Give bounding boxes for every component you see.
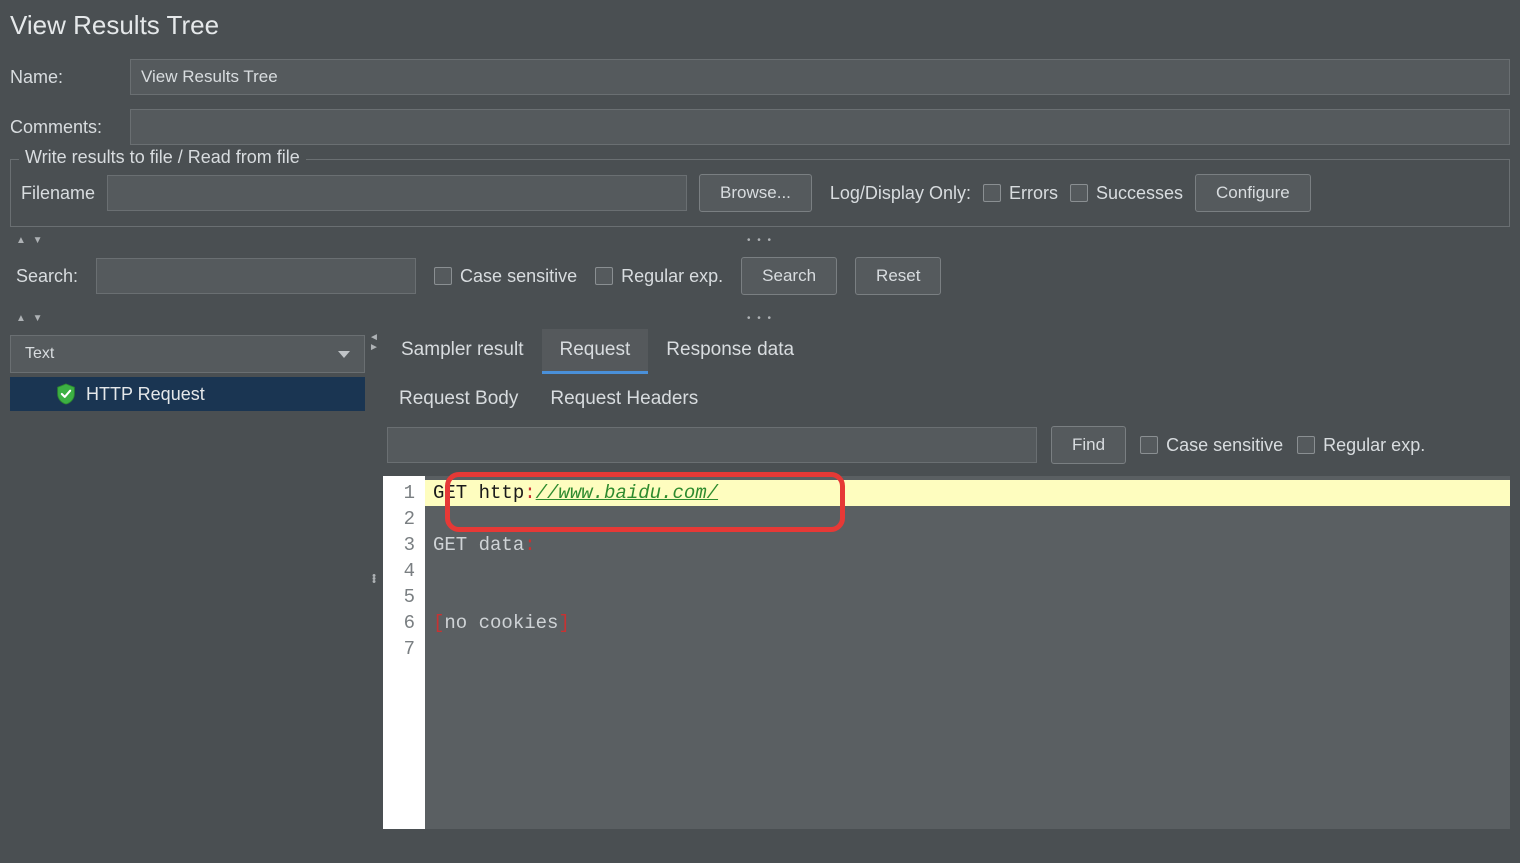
find-regex-checkbox[interactable]: [1297, 436, 1315, 454]
subtab-request-body[interactable]: Request Body: [383, 380, 534, 418]
tree-item-http-request[interactable]: HTTP Request: [10, 377, 365, 411]
configure-button[interactable]: Configure: [1195, 174, 1311, 212]
find-regex-label: Regular exp.: [1323, 435, 1425, 456]
tab-response-data[interactable]: Response data: [648, 329, 812, 374]
page-title: View Results Tree: [10, 10, 1510, 41]
comments-input[interactable]: [130, 109, 1510, 145]
name-input[interactable]: [130, 59, 1510, 95]
find-button[interactable]: Find: [1051, 426, 1126, 464]
code-viewer[interactable]: 1 2 3 4 5 6 7 GET http://www.baidu.com/ …: [383, 476, 1510, 829]
splitter-arrows-icon: ▲ ▼: [10, 313, 45, 324]
log-display-label: Log/Display Only:: [830, 183, 971, 204]
search-input[interactable]: [96, 258, 416, 294]
tree-item-label: HTTP Request: [86, 384, 205, 405]
browse-button[interactable]: Browse...: [699, 174, 812, 212]
tab-request[interactable]: Request: [542, 329, 649, 374]
vertical-splitter[interactable]: ◄► •••: [365, 329, 383, 829]
comments-label: Comments:: [10, 117, 120, 138]
file-section-legend: Write results to file / Read from file: [19, 147, 306, 168]
find-case-label: Case sensitive: [1166, 435, 1283, 456]
line-gutter: 1 2 3 4 5 6 7: [383, 476, 425, 829]
splitter-arrows-icon: ▲ ▼: [10, 235, 45, 246]
search-regex-label: Regular exp.: [621, 266, 723, 287]
renderer-dropdown[interactable]: Text: [10, 335, 365, 373]
successes-checkbox[interactable]: [1070, 184, 1088, 202]
chevron-down-icon: [338, 351, 350, 358]
search-button[interactable]: Search: [741, 257, 837, 295]
search-label: Search:: [16, 266, 78, 287]
shield-success-icon: [56, 383, 76, 405]
horizontal-splitter-2[interactable]: ▲ ▼ • • •: [10, 311, 1510, 325]
splitter-grip-icon: •••: [372, 575, 376, 584]
errors-label: Errors: [1009, 183, 1058, 204]
errors-checkbox[interactable]: [983, 184, 1001, 202]
successes-label: Successes: [1096, 183, 1183, 204]
name-label: Name:: [10, 67, 120, 88]
code-content[interactable]: GET http://www.baidu.com/ GET data: [no …: [425, 476, 1510, 829]
reset-button[interactable]: Reset: [855, 257, 941, 295]
filename-input[interactable]: [107, 175, 687, 211]
dropdown-value: Text: [25, 345, 54, 363]
splitter-grip-icon: • • •: [747, 313, 773, 324]
subtab-request-headers[interactable]: Request Headers: [534, 380, 714, 418]
splitter-grip-icon: • • •: [747, 235, 773, 246]
find-case-checkbox[interactable]: [1140, 436, 1158, 454]
horizontal-splitter-1[interactable]: ▲ ▼ • • •: [10, 233, 1510, 247]
search-regex-checkbox[interactable]: [595, 267, 613, 285]
find-input[interactable]: [387, 427, 1037, 463]
search-case-label: Case sensitive: [460, 266, 577, 287]
filename-label: Filename: [21, 183, 95, 204]
tab-sampler-result[interactable]: Sampler result: [383, 329, 542, 374]
splitter-arrows-icon: ◄►: [369, 333, 379, 353]
search-case-checkbox[interactable]: [434, 267, 452, 285]
